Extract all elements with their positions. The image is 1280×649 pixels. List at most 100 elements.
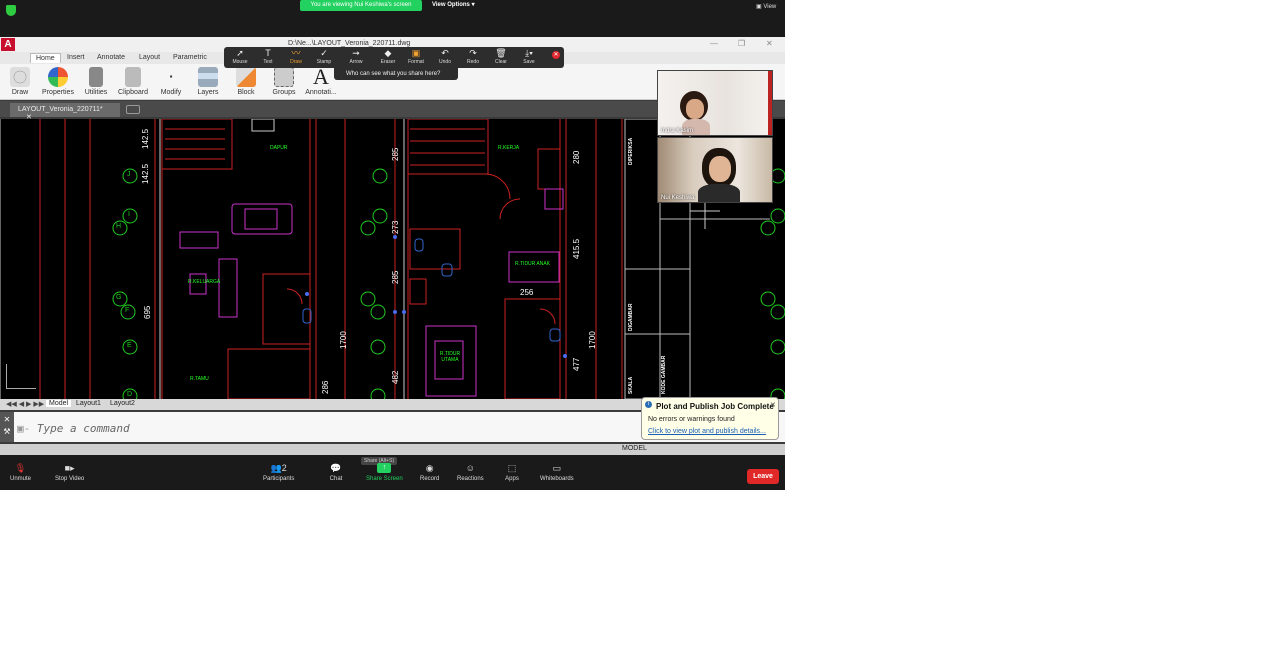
maximize-icon[interactable]: ❐ <box>738 39 745 48</box>
document-tab-label: LAYOUT_Veronia_220711* <box>18 106 103 113</box>
participant-video-tile[interactable]: Nui Keshiwa <box>657 137 773 203</box>
panel-layers[interactable]: Layers <box>190 66 226 100</box>
tab-annotate[interactable]: Annotate <box>92 53 130 62</box>
dim-label: 142.5 <box>141 163 150 184</box>
block-icon <box>236 67 256 87</box>
wrench-icon[interactable]: ⚒ <box>0 427 14 436</box>
dim-label: 256 <box>520 288 534 297</box>
tab-model[interactable]: Model <box>46 400 72 407</box>
tool-label: Mouse <box>232 59 248 65</box>
tab-insert[interactable]: Insert <box>62 53 90 62</box>
save-icon: ⤓▾ <box>525 48 533 58</box>
room-label: DAPUR <box>270 145 288 151</box>
tab-layout2[interactable]: Layout2 <box>107 400 138 407</box>
tab-layout1[interactable]: Layout1 <box>73 400 104 407</box>
participant-face <box>686 99 704 119</box>
titleblock-label: SKALA <box>628 376 634 394</box>
unmute-button[interactable]: 🎙 Unmute <box>10 463 31 482</box>
zoom-top-banner: You are viewing Nui Keshiwa's screen Vie… <box>0 0 785 37</box>
clear-tool[interactable]: 🗑 Clear <box>487 48 515 65</box>
zoom-window: You are viewing Nui Keshiwa's screen Vie… <box>0 0 785 490</box>
command-input[interactable]: ▣- Type a command <box>17 422 130 435</box>
panel-modify[interactable]: ▪ Modify <box>153 66 189 100</box>
autocad-logo-icon[interactable]: A <box>1 38 15 51</box>
record-button[interactable]: ◉ Record <box>420 463 439 482</box>
tool-label: Format <box>408 59 424 65</box>
save-tool[interactable]: ⤓▾ Save <box>515 48 543 65</box>
tab-home[interactable]: Home <box>30 53 61 63</box>
tab-nav-arrows-icon[interactable]: ◀◀ ◀ ▶ ▶▶ <box>3 400 47 408</box>
participant-body <box>698 184 740 202</box>
arrow-tool[interactable]: ➞ Arrow <box>342 48 370 65</box>
chat-button[interactable]: 💬 Chat <box>329 463 343 482</box>
participant-count: 2 <box>281 463 287 473</box>
close-icon[interactable]: ✕ <box>766 39 773 48</box>
share-screen-button[interactable]: ↑ Share Screen <box>366 463 403 482</box>
panel-groups[interactable]: Groups <box>266 66 302 100</box>
grid-label: I <box>128 211 130 218</box>
reactions-button[interactable]: ☺ Reactions <box>457 463 484 482</box>
command-prompt-icon: ▣- <box>17 422 37 435</box>
close-icon[interactable]: ✕ <box>0 415 14 424</box>
participants-icon: 👥2 <box>270 463 287 473</box>
grid-label: G <box>116 294 122 301</box>
redo-tool[interactable]: ↷ Redo <box>459 48 487 65</box>
tool-label: Draw <box>290 59 302 65</box>
button-label: Reactions <box>457 476 484 482</box>
command-tools: ✕ ⚒ <box>0 412 14 442</box>
mic-muted-icon: 🎙 <box>14 463 27 473</box>
panel-clipboard[interactable]: Clipboard <box>115 66 151 100</box>
info-icon: i <box>645 401 652 408</box>
camera-icon: ■▸ <box>64 463 75 473</box>
model-status[interactable]: MODEL <box>622 445 647 452</box>
document-tab[interactable]: LAYOUT_Veronia_220711* ✕ <box>10 103 120 121</box>
dim-label: 280 <box>572 150 581 164</box>
panel-draw[interactable]: Draw <box>2 66 38 100</box>
panel-label: Draw <box>11 89 29 96</box>
who-can-see-banner[interactable]: Who can see what you share here? <box>334 68 458 80</box>
room-label: R.KELUARGA <box>188 279 221 285</box>
panel-label: Properties <box>42 89 74 96</box>
leave-button[interactable]: Leave <box>747 469 779 484</box>
panel-utilities[interactable]: Utilities <box>78 66 114 100</box>
clipboard-icon <box>125 67 141 87</box>
undo-tool[interactable]: ↶ Undo <box>431 48 459 65</box>
room-label: R.KERJA <box>498 145 520 151</box>
tab-parametric[interactable]: Parametric <box>168 53 212 62</box>
titleblock-label: DIGAMBAR <box>628 303 634 332</box>
new-tab-button[interactable] <box>126 105 140 114</box>
panel-label: Block <box>237 89 255 96</box>
eraser-tool[interactable]: ◆ Eraser <box>374 48 402 65</box>
tab-layout[interactable]: Layout <box>134 53 165 62</box>
minimize-icon[interactable]: — <box>710 39 718 48</box>
draw-tool[interactable]: 〰 Draw <box>282 48 310 65</box>
dim-label: 273 <box>391 220 400 234</box>
tool-label: Eraser <box>380 59 396 65</box>
notification-message: No errors or warnings found <box>648 416 735 423</box>
close-notification-icon[interactable]: ✕ <box>770 401 776 409</box>
whiteboards-button[interactable]: ▭ Whiteboards <box>540 463 574 482</box>
close-annotate-icon[interactable]: ✕ <box>552 51 560 59</box>
dim-label: 482 <box>391 370 400 384</box>
redo-icon: ↷ <box>469 48 477 58</box>
view-button[interactable]: ▣ View <box>756 3 776 10</box>
format-tool[interactable]: ▣ Format <box>402 48 430 65</box>
mouse-tool[interactable]: ➚ Mouse <box>226 48 254 65</box>
apps-button[interactable]: ⬚ Apps <box>505 463 519 482</box>
grid-label: F <box>125 307 130 314</box>
plot-details-link[interactable]: Click to view plot and publish details..… <box>648 428 766 435</box>
draw-icon <box>10 67 30 87</box>
meeting-toolbar: 🎙 Unmute ■▸ Stop Video 👥2 Participants 💬 Cha… <box>0 455 785 490</box>
text-tool[interactable]: T Text <box>254 48 282 65</box>
chat-icon: 💬 <box>330 463 342 473</box>
tool-label: Redo <box>467 59 479 65</box>
panel-label: Utilities <box>84 89 108 96</box>
participants-button[interactable]: 👥2 Participants <box>263 463 294 482</box>
panel-block[interactable]: Block <box>228 66 264 100</box>
view-options-button[interactable]: View Options ▾ <box>432 0 475 11</box>
participant-video-tile[interactable]: Indra Kasim <box>657 70 773 136</box>
panel-properties[interactable]: Properties <box>40 66 76 100</box>
stop-video-button[interactable]: ■▸ Stop Video <box>55 463 84 482</box>
stamp-tool[interactable]: ✓ Stamp <box>310 48 338 65</box>
arrow-icon: ➞ <box>352 48 360 58</box>
